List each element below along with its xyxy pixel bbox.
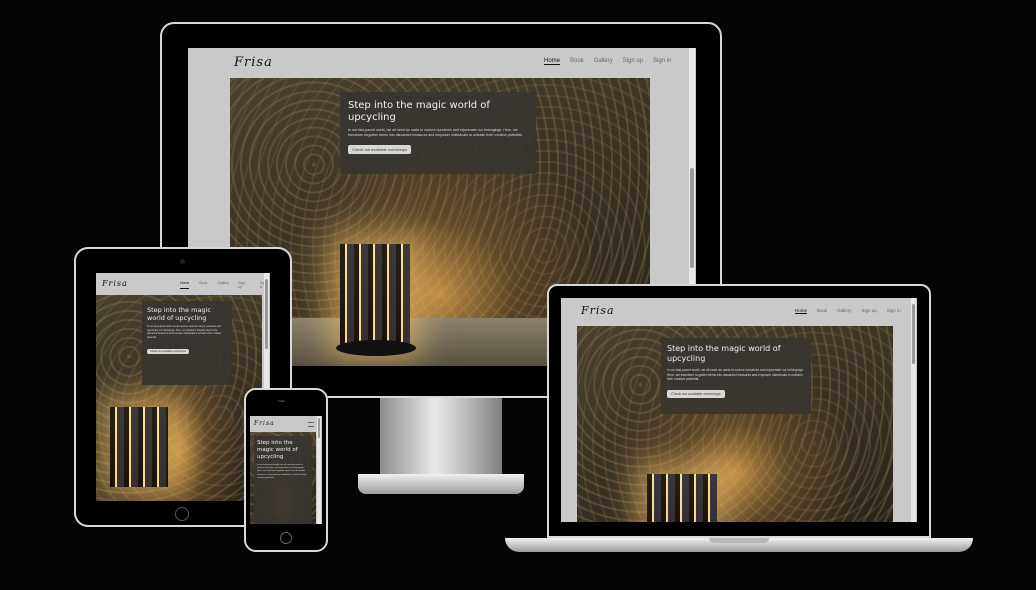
tablet-camera xyxy=(180,259,185,264)
main-nav: Home Book Gallery Sign up Sign in xyxy=(534,58,671,65)
tablet-hero-card: Step into the magic world of upcycling I… xyxy=(142,301,232,385)
hero-button[interactable]: Check out available workshops xyxy=(348,145,412,154)
hero-lamp xyxy=(340,244,410,348)
tablet-nav-home[interactable]: Home xyxy=(180,281,190,289)
phone-screen: Frisa Step into the magic world of upcyc… xyxy=(250,416,322,524)
laptop-nav-sign-in[interactable]: Sign in xyxy=(887,308,901,314)
hero-title: Step into the magic world of upcycling xyxy=(348,100,490,123)
monitor-stand xyxy=(380,396,502,476)
phone-scrollbar[interactable] xyxy=(317,416,321,524)
phone-site-logo[interactable]: Frisa xyxy=(254,420,275,427)
hero-text: In our fast-paced world, we all need an … xyxy=(348,128,523,137)
nav-sign-up[interactable]: Sign up xyxy=(623,58,643,65)
laptop-scrollbar[interactable] xyxy=(911,298,916,522)
laptop-nav-sign-up[interactable]: Sign up xyxy=(862,308,877,314)
laptop-notch xyxy=(709,538,769,543)
laptop-site-logo[interactable]: Frisa xyxy=(581,304,615,317)
laptop-hero-button[interactable]: Check out available workshops xyxy=(667,389,725,398)
nav-gallery[interactable]: Gallery xyxy=(594,58,613,65)
laptop-scrollbar-thumb[interactable] xyxy=(912,304,915,364)
laptop-nav-gallery[interactable]: Gallery xyxy=(837,308,851,314)
menu-icon[interactable] xyxy=(308,422,314,427)
tablet-scrollbar-thumb[interactable] xyxy=(265,279,268,349)
phone: Frisa Frisa Step into the magic world of… xyxy=(244,388,328,552)
tablet-hero-text: In our fast-paced world, we all need an … xyxy=(147,325,222,339)
tablet-home-button[interactable] xyxy=(175,507,189,521)
tablet-nav-book[interactable]: Book xyxy=(199,281,207,289)
monitor-scrollbar-thumb[interactable] xyxy=(690,168,694,268)
phone-home-button[interactable] xyxy=(280,532,292,544)
nav-sign-in[interactable]: Sign in xyxy=(653,58,671,65)
laptop-nav-home[interactable]: Home xyxy=(795,308,808,314)
tablet-hero-lamp xyxy=(110,407,168,487)
tablet-site-logo[interactable]: Frisa xyxy=(102,279,128,288)
tablet-hero-button[interactable]: Check out available workshops xyxy=(147,349,189,355)
laptop-hero-card: Step into the magic world of upcycling I… xyxy=(661,338,811,414)
nav-book[interactable]: Book xyxy=(570,58,584,65)
tablet-nav-gallery[interactable]: Gallery xyxy=(217,281,228,289)
laptop-hero-lamp xyxy=(647,474,717,522)
hero-lamp-base xyxy=(336,340,416,356)
laptop-nav-book[interactable]: Book xyxy=(817,308,827,314)
monitor-foot xyxy=(358,474,524,494)
tablet-hero-title: Step into the magic world of upcycling xyxy=(147,306,211,322)
phone-status-text: Frisa xyxy=(278,399,285,403)
phone-scrollbar-thumb[interactable] xyxy=(318,418,320,438)
tablet-nav-sign-up[interactable]: Sign up xyxy=(238,281,249,289)
phone-hero-card: Step into the magic world of upcycling I… xyxy=(254,436,312,524)
site-logo[interactable]: Frisa xyxy=(234,55,273,70)
laptop-hero-text: In our fast-paced world, we all need an … xyxy=(667,368,804,382)
phone-hero-title: Step into the magic world of upcycling xyxy=(257,440,298,460)
nav-home[interactable]: Home xyxy=(544,58,561,65)
hero-card: Step into the magic world of upcycling I… xyxy=(340,92,536,174)
phone-hero-text: In our fast-paced world, we all need an … xyxy=(257,464,307,479)
laptop-hero-title: Step into the magic world of upcycling xyxy=(667,344,781,363)
laptop-screen: Frisa Home Book Gallery Sign up Sign in … xyxy=(561,298,917,522)
laptop-main-nav: Home Book Gallery Sign up Sign in xyxy=(785,308,901,314)
laptop: Frisa Home Book Gallery Sign up Sign in … xyxy=(505,284,973,556)
tablet-main-nav: Home Book Gallery Sign up Sign in xyxy=(170,281,270,289)
